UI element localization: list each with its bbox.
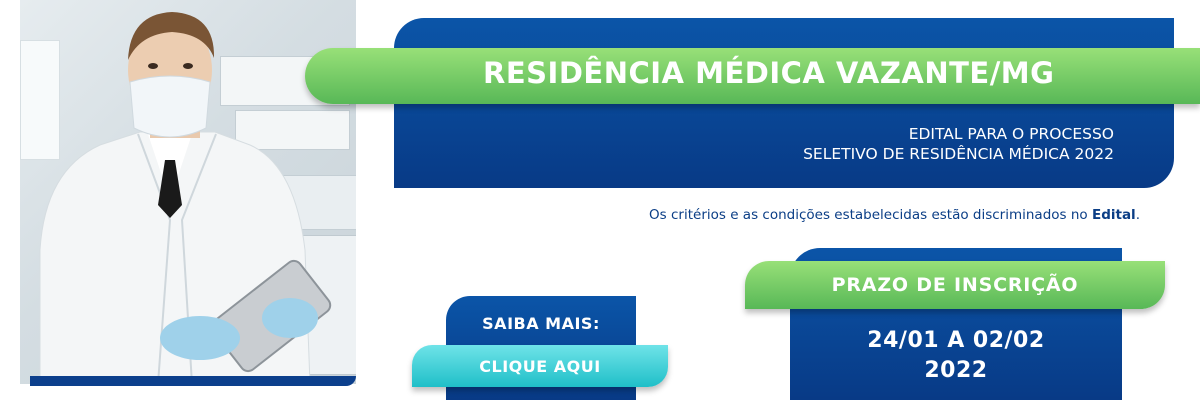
criteria-body: Os critérios e as condições estabelecida…: [649, 207, 1088, 223]
edital-subtitle: EDITAL PARA O PROCESSO SELETIVO DE RESID…: [803, 124, 1114, 164]
edital-subtitle-line1: EDITAL PARA O PROCESSO: [908, 125, 1114, 143]
edital-link[interactable]: Edital: [1092, 207, 1136, 223]
prazo-year: 2022: [924, 358, 988, 383]
edital-subtitle-line2: SELETIVO DE RESIDÊNCIA MÉDICA 2022: [803, 145, 1114, 163]
prazo-dates: 24/01 A 02/02 2022: [790, 326, 1122, 386]
criteria-text: Os critérios e as condições estabelecida…: [649, 207, 1140, 223]
prazo-label: PRAZO DE INSCRIÇÃO: [831, 274, 1079, 296]
criteria-period: .: [1135, 207, 1140, 223]
banner-title: RESIDÊNCIA MÉDICA VAZANTE/MG: [483, 56, 1055, 90]
doctor-figure: [39, 12, 332, 384]
clique-aqui-button[interactable]: CLIQUE AQUI: [412, 345, 668, 387]
doctor-photo: [20, 0, 356, 384]
prazo-date-range: 24/01 A 02/02: [867, 328, 1045, 353]
photo-accent-bar: [30, 376, 356, 386]
saiba-mais-label: SAIBA MAIS:: [482, 314, 600, 333]
